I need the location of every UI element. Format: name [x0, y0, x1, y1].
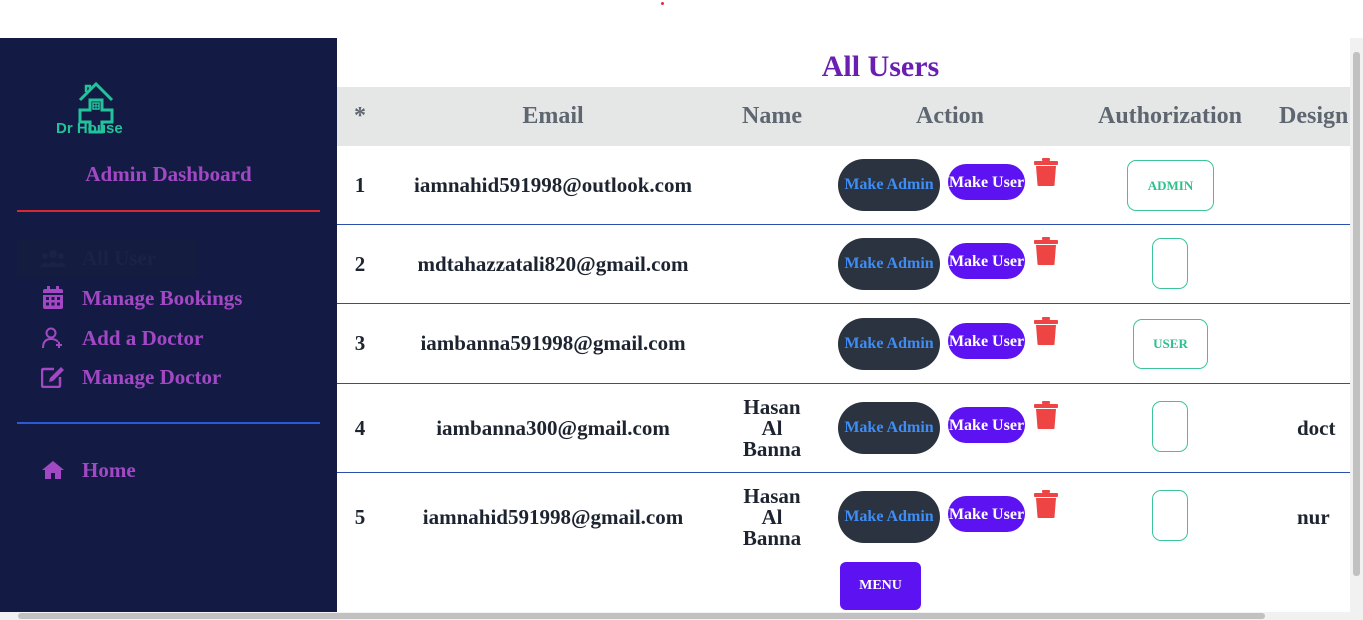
row-number: 3	[354, 331, 366, 355]
row-email: iambanna591998@gmail.com	[420, 331, 686, 355]
table-header: * Email Name Action Authorization Design	[337, 87, 1350, 146]
horizontal-scroll-thumb[interactable]	[18, 613, 1265, 619]
row-number: 5	[354, 504, 366, 529]
make-user-button[interactable]: Make User	[948, 323, 1025, 359]
sidebar-item-label: Manage Bookings	[82, 285, 243, 310]
authorization-badge	[1152, 490, 1188, 541]
user-plus-icon	[40, 325, 66, 351]
sidebar-divider-top	[17, 210, 320, 212]
users-icon	[40, 245, 66, 271]
sidebar-item-manage-doctor[interactable]: Manage Doctor	[40, 360, 221, 394]
row-number: 1	[354, 172, 366, 197]
table-row: 5 iamnahid591998@gmail.com Hasan Al Bann…	[337, 473, 1350, 561]
sidebar-item-label: Add a Doctor	[82, 325, 204, 350]
vertical-scrollbar[interactable]	[1350, 38, 1363, 612]
trash-icon[interactable]	[1034, 158, 1058, 186]
sidebar-item-manage-bookings[interactable]: Manage Bookings	[40, 281, 242, 315]
row-email: mdtahazzatali820@gmail.com	[417, 251, 689, 276]
browser-top-strip	[0, 0, 1363, 38]
table-row: 1 iamnahid591998@outlook.com Make Admin …	[337, 146, 1350, 225]
make-admin-button[interactable]: Make Admin	[838, 159, 940, 211]
row-name	[732, 225, 812, 303]
sidebar-item-label: Manage Doctor	[82, 364, 222, 389]
row-email: iambanna300@gmail.com	[436, 415, 670, 440]
table-row: 3 iambanna591998@gmail.com Make Admin Ma…	[337, 304, 1350, 384]
header-name: Name	[742, 103, 802, 129]
menu-button[interactable]: MENU	[840, 562, 921, 610]
header-designation: Design	[1279, 103, 1349, 129]
row-name: Hasan Al Banna	[742, 483, 802, 550]
header-authorization: Authorization	[1098, 103, 1242, 129]
dashboard-title: Admin Dashboard	[85, 162, 252, 186]
row-email: iamnahid591998@gmail.com	[422, 504, 684, 529]
table-row: 4 iambanna300@gmail.com Hasan Al Banna M…	[337, 384, 1350, 473]
sidebar-item-add-doctor[interactable]: Add a Doctor	[40, 321, 203, 355]
make-user-button[interactable]: Make User	[948, 164, 1025, 200]
make-admin-button[interactable]: Make Admin	[838, 491, 940, 543]
red-dot	[661, 2, 664, 5]
trash-icon[interactable]	[1034, 401, 1058, 429]
row-designation: nur	[1297, 505, 1330, 529]
calendar-icon	[40, 285, 66, 311]
make-user-button[interactable]: Make User	[948, 496, 1025, 532]
make-user-button[interactable]: Make User	[948, 407, 1025, 443]
row-email: iamnahid591998@outlook.com	[414, 172, 692, 197]
logo-text: Dr House	[56, 120, 123, 137]
sidebar-item-label: All User	[82, 245, 157, 270]
home-icon	[40, 457, 66, 483]
authorization-badge	[1152, 238, 1188, 289]
row-name	[732, 304, 812, 383]
main-content: All Users * Email Name Action Authorizat…	[337, 38, 1350, 612]
make-admin-button[interactable]: Make Admin	[838, 238, 940, 290]
make-admin-button[interactable]: Make Admin	[838, 402, 940, 454]
trash-icon[interactable]	[1034, 490, 1058, 518]
header-action: Action	[916, 103, 984, 129]
row-designation: doct	[1297, 416, 1336, 440]
page-title: All Users	[821, 50, 940, 83]
vertical-scroll-thumb[interactable]	[1353, 52, 1360, 576]
make-user-button[interactable]: Make User	[948, 243, 1025, 279]
sidebar-item-label: Home	[82, 457, 136, 482]
authorization-badge	[1152, 401, 1188, 452]
edit-icon	[40, 364, 66, 390]
trash-icon[interactable]	[1034, 237, 1058, 265]
row-name: Hasan Al Banna	[742, 394, 802, 461]
row-number: 2	[354, 251, 366, 276]
make-admin-button[interactable]: Make Admin	[838, 318, 940, 370]
authorization-badge: USER	[1133, 319, 1208, 369]
table-row: 2 mdtahazzatali820@gmail.com Make Admin …	[337, 225, 1350, 304]
trash-icon[interactable]	[1034, 317, 1058, 345]
row-number: 4	[354, 415, 366, 440]
row-name	[732, 146, 812, 224]
header-email: Email	[522, 103, 584, 129]
header-num: *	[354, 103, 366, 129]
sidebar-divider-bottom	[17, 422, 320, 424]
horizontal-scrollbar[interactable]	[0, 612, 1363, 620]
authorization-badge: ADMIN	[1127, 160, 1214, 211]
sidebar: Dr House Admin Dashboard All User Manage…	[0, 38, 337, 612]
sidebar-item-all-user[interactable]: All User	[40, 241, 156, 275]
sidebar-item-home[interactable]: Home	[40, 453, 136, 487]
